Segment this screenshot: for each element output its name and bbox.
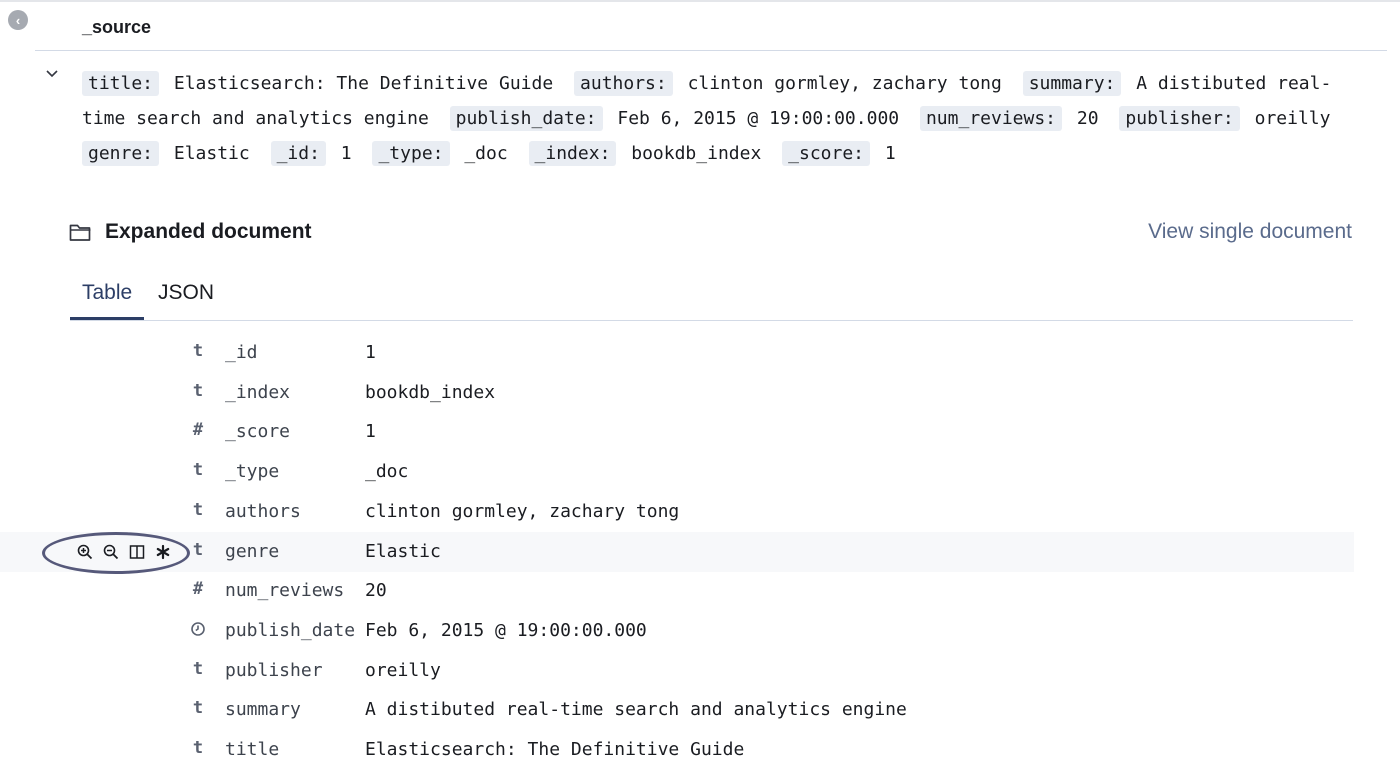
source-column-header: _source (82, 17, 152, 37)
view-single-document-link[interactable]: View single document (1148, 220, 1352, 244)
source-field-key: _score: (782, 141, 870, 166)
source-field-key: summary: (1022, 71, 1122, 96)
chevron-down-icon[interactable] (44, 66, 60, 82)
string-type-icon: t (192, 499, 204, 520)
table-row: # _score 1 (0, 412, 1354, 452)
field-name: publisher (225, 659, 323, 681)
field-name: num_reviews (225, 580, 345, 602)
folder-open-icon (69, 224, 91, 241)
source-field-value: 20 (1076, 108, 1099, 129)
source-field-key: publisher: (1119, 106, 1240, 131)
expanded-document-title: Expanded document (105, 220, 312, 243)
source-field-key: num_reviews: (919, 106, 1063, 131)
table-row: t publisher oreilly (0, 651, 1354, 691)
field-value: Elastic (365, 540, 441, 562)
date-type-icon (188, 619, 208, 642)
doc-view-tabs: Table JSON (70, 278, 1353, 321)
table-row: publish_date Feb 6, 2015 @ 19:00:00.000 (0, 611, 1354, 651)
field-value: A distibuted real-time search and analyt… (365, 699, 907, 721)
annotation-ellipse (42, 532, 190, 574)
source-field-value: clinton gormley, zachary tong (687, 73, 1002, 94)
source-field-key: title: (82, 71, 160, 96)
field-value: bookdb_index (365, 381, 496, 403)
field-name: _type (225, 461, 280, 483)
field-value: _doc (365, 461, 409, 483)
table-row: t _index bookdb_index (0, 373, 1354, 413)
table-row: t _type _doc (0, 452, 1354, 492)
field-value: 20 (365, 580, 387, 602)
table-row: t _id 1 (0, 333, 1354, 373)
table-row: t genre Elastic (0, 531, 1354, 572)
chevron-left-circle-icon[interactable]: ‹ (8, 10, 28, 30)
tab-json[interactable]: JSON (146, 278, 226, 318)
string-type-icon: t (192, 539, 204, 560)
source-field-value: Elasticsearch: The Definitive Guide (173, 73, 554, 94)
source-field-key: _type: (372, 141, 450, 166)
source-field-value: _doc (464, 143, 508, 164)
top-border (0, 0, 1400, 2)
field-value: clinton gormley, zachary tong (365, 500, 680, 522)
number-type-icon: # (192, 579, 204, 600)
field-name: publish_date (225, 619, 356, 641)
field-name: _score (225, 421, 291, 443)
source-field-value: Feb 6, 2015 @ 19:00:00.000 (617, 108, 900, 129)
field-value: 1 (365, 342, 376, 363)
table-row: t title Elasticsearch: The Definitive Guid… (0, 730, 1354, 770)
field-value: Elasticsearch: The Definitive Guide (365, 739, 745, 760)
field-value: Feb 6, 2015 @ 19:00:00.000 (365, 619, 647, 641)
field-name: genre (225, 540, 280, 562)
string-type-icon: t (192, 460, 204, 481)
source-field-value: Elastic (173, 143, 250, 164)
source-field-key: authors: (574, 71, 673, 96)
string-type-icon: t (192, 738, 204, 758)
source-summary: title: Elasticsearch: The Definitive Gui… (82, 66, 1372, 171)
string-type-icon: t (192, 341, 204, 361)
source-field-value: 1 (884, 143, 896, 164)
string-type-icon: t (192, 698, 204, 719)
source-field-key: _id: (270, 141, 326, 166)
source-field-value: bookdb_index (631, 143, 762, 164)
number-type-icon: # (192, 420, 204, 441)
table-row: t authors clinton gormley, zachary tong (0, 492, 1354, 532)
source-field-key: publish_date: (449, 106, 603, 131)
field-name: authors (225, 500, 301, 522)
field-name: summary (225, 699, 301, 721)
string-type-icon: t (192, 658, 204, 679)
field-value: 1 (365, 421, 376, 443)
source-field-value: oreilly (1254, 108, 1331, 129)
tab-table[interactable]: Table (70, 278, 145, 320)
source-field-key: genre: (82, 141, 160, 166)
table-row: t summary A distibuted real-time search an… (0, 690, 1354, 730)
field-name: _id (225, 342, 258, 363)
source-field-value: 1 (340, 143, 352, 164)
table-row: # num_reviews 20 (0, 571, 1354, 611)
source-field-key: _index: (528, 141, 617, 166)
field-name: title (225, 739, 280, 760)
header-divider (35, 50, 1387, 51)
field-value: oreilly (365, 659, 441, 681)
string-type-icon: t (192, 380, 204, 401)
field-name: _index (225, 381, 291, 403)
